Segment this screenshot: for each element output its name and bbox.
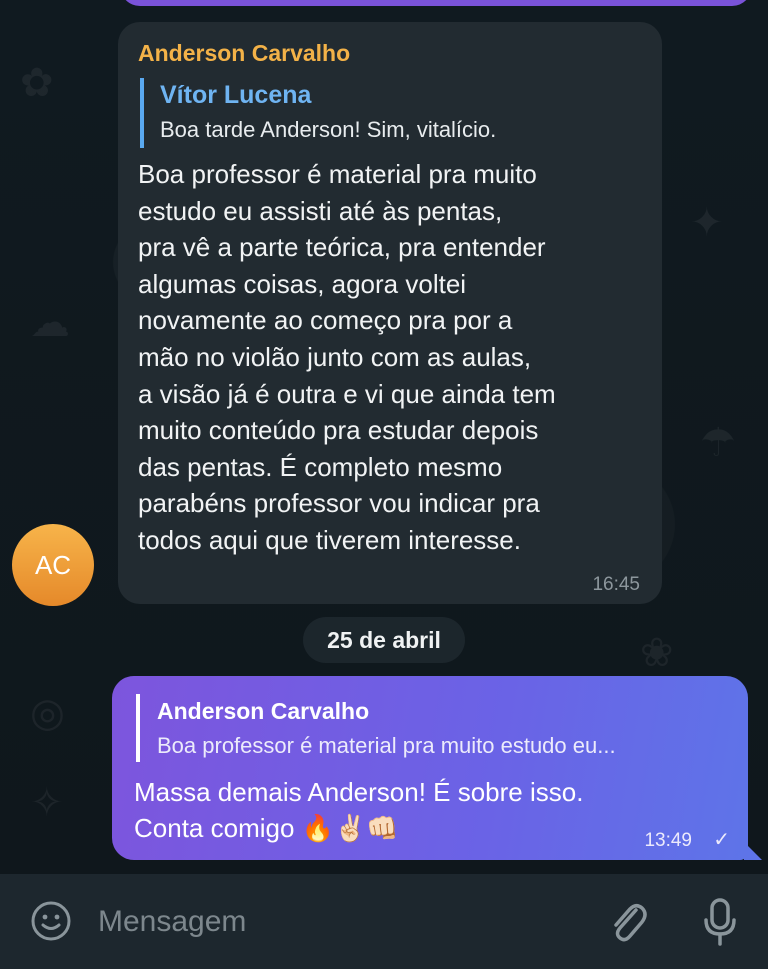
message-time: 13:49 [644, 830, 692, 851]
avatar[interactable]: AC [12, 524, 94, 606]
doodle-icon: ✿ [20, 60, 54, 106]
sender-name[interactable]: Anderson Carvalho [138, 40, 350, 67]
date-separator-label: 25 de abril [327, 626, 441, 653]
bubble-tail [744, 842, 762, 860]
check-icon: ✓ [713, 829, 730, 851]
avatar-initials: AC [34, 549, 72, 580]
incoming-message-bubble[interactable]: Anderson Carvalho Vítor Lucena Boa tarde… [118, 22, 662, 604]
attach-icon[interactable] [606, 898, 650, 946]
emoji-icon[interactable] [31, 901, 71, 941]
quoted-reply[interactable]: Anderson Carvalho Boa professor é materi… [136, 694, 716, 762]
message-time: 16:45 [592, 574, 640, 595]
quoted-reply-name: Vítor Lucena [160, 81, 312, 109]
date-separator: 25 de abril [303, 617, 465, 663]
message-text: Massa demais Anderson! É sobre isso. Con… [134, 777, 584, 843]
quoted-reply-text: Boa professor é material pra muito estud… [157, 733, 616, 758]
quoted-reply-text: Boa tarde Anderson! Sim, vitalício. [160, 117, 497, 142]
message-input-placeholder: Mensagem [98, 905, 247, 938]
message-text: Boa professor é material pra muito estud… [138, 159, 556, 555]
outgoing-message-bubble[interactable]: Anderson Carvalho Boa professor é materi… [112, 676, 762, 860]
doodle-icon: ✧ [30, 780, 64, 826]
message-input[interactable]: Mensagem [98, 898, 578, 946]
quoted-reply[interactable]: Vítor Lucena Boa tarde Anderson! Sim, vi… [140, 78, 640, 148]
previous-message-bubble[interactable] [120, 0, 752, 6]
doodle-icon: ☁ [30, 300, 70, 346]
mic-icon[interactable] [700, 896, 740, 948]
doodle-icon: ❀ [640, 630, 674, 676]
doodle-icon: ☂ [700, 420, 736, 466]
doodle-icon: ◎ [30, 690, 65, 736]
quoted-reply-name: Anderson Carvalho [157, 698, 370, 724]
message-composer: Mensagem [0, 874, 768, 969]
doodle-icon: ✦ [690, 200, 724, 246]
